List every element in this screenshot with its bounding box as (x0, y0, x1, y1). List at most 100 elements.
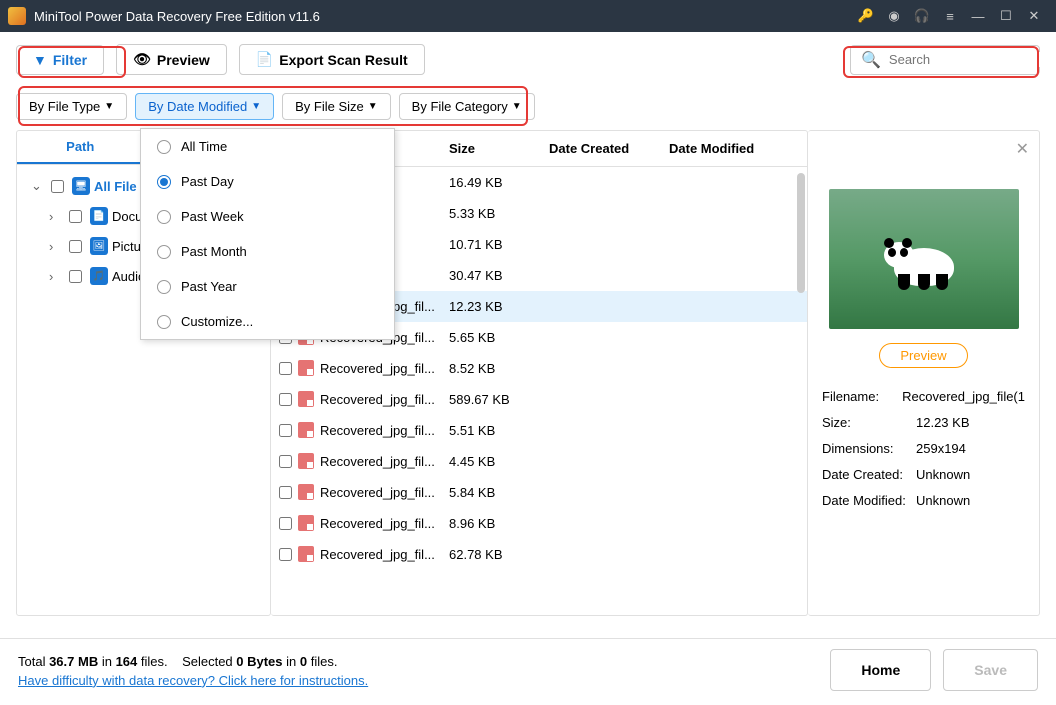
file-size: 12.23 KB (449, 299, 549, 314)
chevron-right-icon[interactable]: › (49, 269, 61, 284)
date-option-customize[interactable]: Customize... (141, 304, 394, 339)
col-modified[interactable]: Date Modified (669, 141, 779, 156)
chevron-down-icon: ▼ (368, 101, 378, 112)
headset-icon[interactable]: 🎧 (908, 2, 936, 30)
search-input[interactable] (889, 52, 1056, 67)
app-logo-icon (8, 7, 26, 25)
row-checkbox[interactable] (279, 548, 292, 561)
file-row[interactable]: Recovered_jpg_fil...5.51 KB (271, 415, 807, 446)
filter-tab-date[interactable]: By Date Modified▼ (135, 93, 274, 120)
radio-icon (157, 280, 171, 294)
col-created[interactable]: Date Created (549, 141, 669, 156)
file-size: 30.47 KB (449, 268, 549, 283)
footer-totals: Total 36.7 MB in 164 files. Selected 0 B… (18, 652, 368, 673)
file-size: 5.84 KB (449, 485, 549, 500)
eye-icon: 👁 (133, 51, 151, 68)
file-row[interactable]: Recovered_jpg_fil...4.45 KB (271, 446, 807, 477)
save-button[interactable]: Save (943, 649, 1038, 691)
tree-checkbox[interactable] (69, 240, 82, 253)
sidebar-tab-path[interactable]: Path (17, 131, 144, 164)
file-name: Recovered_jpg_fil... (320, 547, 435, 562)
filter-tabs: By File Type▼ By Date Modified▼ By File … (0, 87, 1056, 130)
jpg-file-icon (298, 546, 314, 562)
preview-button[interactable]: 👁 Preview (116, 44, 227, 75)
search-box[interactable]: 🔍 (850, 45, 1040, 75)
file-size: 4.45 KB (449, 454, 549, 469)
jpg-file-icon (298, 360, 314, 376)
file-row[interactable]: Recovered_jpg_fil...589.67 KB (271, 384, 807, 415)
file-size: 62.78 KB (449, 547, 549, 562)
minimize-icon[interactable]: — (964, 2, 992, 30)
export-button[interactable]: 📄 Export Scan Result (239, 44, 425, 75)
chevron-down-icon[interactable]: ⌄ (31, 178, 43, 194)
tree-checkbox[interactable] (69, 210, 82, 223)
footer: Total 36.7 MB in 164 files. Selected 0 B… (0, 638, 1056, 705)
date-option-all-time[interactable]: All Time (141, 129, 394, 164)
date-filter-dropdown: All Time Past Day Past Week Past Month P… (140, 128, 395, 340)
file-size: 10.71 KB (449, 237, 549, 252)
panda-shape (884, 234, 964, 294)
date-option-past-day[interactable]: Past Day (141, 164, 394, 199)
preview-meta: Filename:Recovered_jpg_file(1 Size:12.23… (822, 384, 1025, 514)
help-link[interactable]: Have difficulty with data recovery? Clic… (18, 673, 368, 688)
date-option-past-year[interactable]: Past Year (141, 269, 394, 304)
key-icon[interactable]: 🔑 (852, 2, 880, 30)
filter-tab-type[interactable]: By File Type▼ (16, 93, 127, 120)
filter-button[interactable]: ▼ Filter (16, 45, 104, 75)
close-preview-icon[interactable]: ✕ (1016, 139, 1029, 159)
row-checkbox[interactable] (279, 455, 292, 468)
chevron-down-icon: ▼ (512, 101, 522, 112)
radio-icon (157, 245, 171, 259)
date-option-past-week[interactable]: Past Week (141, 199, 394, 234)
file-name: Recovered_jpg_fil... (320, 361, 435, 376)
window-title: MiniTool Power Data Recovery Free Editio… (34, 9, 852, 24)
meta-value: Unknown (916, 462, 970, 488)
meta-key: Date Created: (822, 462, 916, 488)
radio-icon (157, 210, 171, 224)
meta-value: Unknown (916, 488, 970, 514)
menu-icon[interactable]: ≡ (936, 2, 964, 30)
file-row[interactable]: Recovered_jpg_fil...5.84 KB (271, 477, 807, 508)
filter-label: Filter (53, 52, 87, 68)
file-size: 16.49 KB (449, 175, 549, 190)
file-size: 5.33 KB (449, 206, 549, 221)
file-row[interactable]: Recovered_jpg_fil... 8.52 KB (271, 353, 807, 384)
close-icon[interactable]: ✕ (1020, 2, 1048, 30)
row-checkbox[interactable] (279, 362, 292, 375)
col-size[interactable]: Size (449, 141, 549, 156)
search-icon: 🔍 (861, 50, 881, 70)
audio-icon: 🎵 (90, 267, 108, 285)
chevron-right-icon[interactable]: › (49, 209, 61, 224)
display-icon: 🖥 (72, 177, 90, 195)
chevron-right-icon[interactable]: › (49, 239, 61, 254)
preview-label: Preview (157, 52, 210, 68)
home-button[interactable]: Home (830, 649, 931, 691)
row-checkbox[interactable] (279, 424, 292, 437)
meta-key: Size: (822, 410, 916, 436)
filter-tab-category[interactable]: By File Category▼ (399, 93, 535, 120)
radio-icon (157, 315, 171, 329)
picture-icon: 🖼 (90, 237, 108, 255)
tree-checkbox[interactable] (51, 180, 64, 193)
row-checkbox[interactable] (279, 486, 292, 499)
meta-value: 259x194 (916, 436, 966, 462)
chevron-down-icon: ▼ (104, 101, 114, 112)
file-size: 8.96 KB (449, 516, 549, 531)
date-option-past-month[interactable]: Past Month (141, 234, 394, 269)
maximize-icon[interactable]: ☐ (992, 2, 1020, 30)
radio-icon (157, 175, 171, 189)
scrollbar[interactable] (797, 173, 805, 293)
filter-tab-size[interactable]: By File Size▼ (282, 93, 391, 120)
radio-icon (157, 140, 171, 154)
jpg-file-icon (298, 515, 314, 531)
tree-checkbox[interactable] (69, 270, 82, 283)
filter-icon: ▼ (33, 52, 47, 68)
file-size: 589.67 KB (449, 392, 549, 407)
preview-open-button[interactable]: Preview (879, 343, 967, 368)
file-size: 8.52 KB (449, 361, 549, 376)
disc-icon[interactable]: ◉ (880, 2, 908, 30)
file-row[interactable]: Recovered_jpg_fil... 62.78 KB (271, 539, 807, 570)
file-row[interactable]: Recovered_jpg_fil...8.96 KB (271, 508, 807, 539)
row-checkbox[interactable] (279, 517, 292, 530)
row-checkbox[interactable] (279, 393, 292, 406)
